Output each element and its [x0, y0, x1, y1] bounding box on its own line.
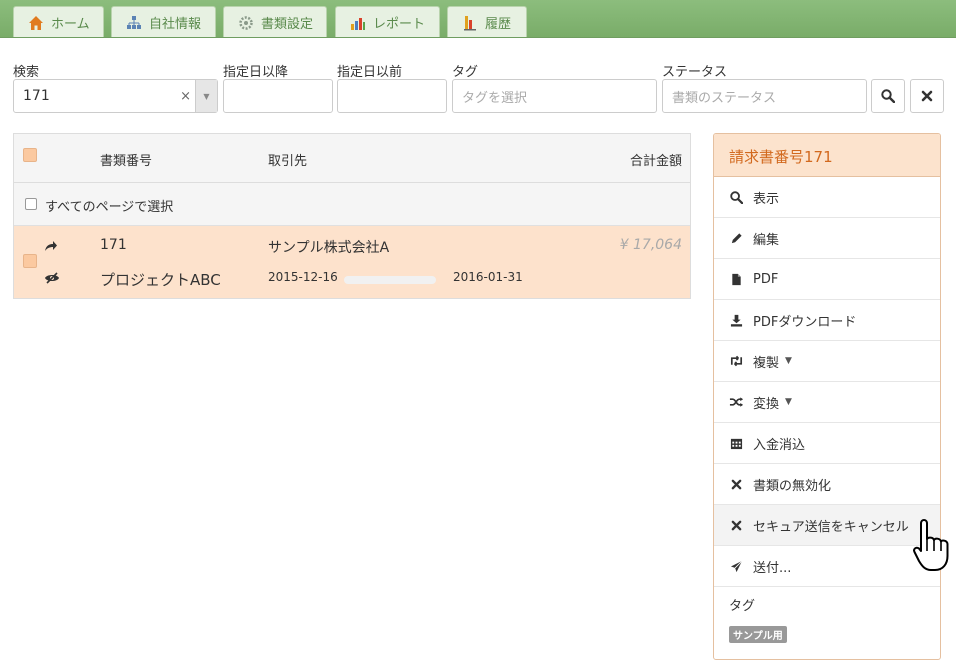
select-all-pages-checkbox[interactable] [25, 198, 37, 210]
action-convert[interactable]: 変換 ▼ [714, 382, 940, 423]
file-icon [728, 271, 744, 287]
calendar-icon [728, 435, 744, 451]
status-placeholder: 書類のステータス [672, 90, 777, 106]
org-chart-icon [126, 15, 142, 31]
action-convert-label: 変換 [753, 396, 780, 412]
caret-down-icon: ▼ [785, 397, 792, 407]
action-send-label: 送付... [753, 560, 792, 576]
date-from-input[interactable] [223, 79, 333, 113]
action-send[interactable]: 送付... [714, 546, 940, 587]
status-select[interactable]: 書類のステータス [662, 79, 867, 113]
top-nav: ホーム 自社情報 書類設定 レポート 履歴 [0, 0, 956, 38]
tag-badge[interactable]: サンプル用 [729, 626, 787, 643]
tag-label: タグ [452, 65, 479, 80]
clear-search-icon[interactable]: × [180, 89, 191, 104]
tab-company-info-label: 自社情報 [149, 17, 202, 32]
dropdown-arrow-icon[interactable]: ▼ [195, 80, 217, 112]
times-icon [728, 517, 744, 533]
action-pdf-download[interactable]: PDFダウンロード [714, 300, 940, 341]
tab-home[interactable]: ホーム [13, 6, 104, 38]
home-icon [28, 15, 44, 31]
search-select[interactable]: 171 × ▼ [13, 79, 218, 113]
search-value: 171 [23, 88, 50, 104]
shuffle-icon [728, 394, 744, 410]
action-edit[interactable]: 編集 [714, 218, 940, 259]
action-cancel-secure-send-label: セキュア送信をキャンセル [753, 519, 909, 535]
action-view[interactable]: 表示 [714, 177, 940, 218]
times-icon [728, 476, 744, 492]
date-to-input[interactable] [337, 79, 447, 113]
action-pdf-label: PDF [753, 271, 779, 287]
date-to-label: 指定日以前 [337, 65, 403, 80]
tab-company-info[interactable]: 自社情報 [111, 6, 216, 38]
download-icon [728, 312, 744, 328]
row-document-number[interactable]: 171 [100, 237, 127, 253]
search-button[interactable] [871, 79, 905, 113]
action-payment-reconcile[interactable]: 入金消込 [714, 423, 940, 464]
tags-section: タグ サンプル用 [714, 587, 940, 643]
header-client[interactable]: 取引先 [268, 150, 307, 169]
table-row[interactable]: 171 プロジェクトABC サンプル株式会社A 2015-12-16 2016-… [14, 226, 690, 298]
share-arrow-icon [45, 241, 57, 251]
times-icon [921, 90, 933, 102]
tab-home-label: ホーム [51, 17, 90, 32]
select-all-pages-row: すべてのページで選択 [14, 183, 690, 226]
tab-history-label: 履歴 [485, 17, 512, 32]
retweet-icon [728, 353, 744, 369]
action-cancel-secure-send[interactable]: セキュア送信をキャンセル [714, 505, 940, 546]
search-icon [881, 89, 895, 103]
hand-pointer-cursor-icon [913, 519, 949, 571]
table-header: 書類番号 取引先 合計金額 [14, 134, 690, 183]
tab-report[interactable]: レポート [335, 6, 440, 38]
row-project-name: プロジェクトABC [100, 271, 221, 289]
panel-title: 請求書番号171 [714, 134, 940, 177]
row-amount: ¥ 17,064 [619, 237, 682, 253]
tab-document-settings-label: 書類設定 [261, 17, 314, 32]
tab-document-settings[interactable]: 書類設定 [223, 6, 327, 38]
status-label: ステータス [662, 65, 728, 80]
tag-select[interactable]: タグを選択 [452, 79, 657, 113]
row-client: サンプル株式会社A [268, 240, 390, 256]
action-duplicate-label: 複製 [753, 355, 780, 371]
eye-slash-icon [45, 272, 59, 284]
search-label: 検索 [13, 65, 40, 80]
tags-title: タグ [729, 599, 756, 614]
action-edit-label: 編集 [753, 232, 780, 248]
clear-filters-button[interactable] [910, 79, 944, 113]
row-progress-bar [344, 276, 436, 284]
date-from-label: 指定日以降 [223, 65, 289, 80]
row-checkbox[interactable] [23, 254, 37, 268]
action-pdf[interactable]: PDF [714, 259, 940, 300]
action-pdf-download-label: PDFダウンロード [753, 314, 857, 330]
row-start-date: 2015-12-16 [268, 270, 338, 284]
document-actions-panel: 請求書番号171 表示 編集 PDF PDFダウンロード 複製 ▼ 変換 ▼ 入… [713, 133, 941, 660]
row-end-date: 2016-01-31 [453, 270, 523, 284]
pencil-icon [728, 230, 744, 246]
bar-chart-icon [350, 15, 366, 31]
header-total[interactable]: 合計金額 [630, 150, 682, 169]
caret-down-icon: ▼ [785, 356, 792, 366]
tab-report-label: レポート [373, 17, 426, 32]
action-view-label: 表示 [753, 191, 780, 207]
action-void-document[interactable]: 書類の無効化 [714, 464, 940, 505]
header-document-number[interactable]: 書類番号 [100, 150, 152, 169]
history-icon [462, 15, 478, 31]
gear-icon [238, 15, 254, 31]
select-all-pages-label[interactable]: すべてのページで選択 [45, 196, 173, 215]
tab-history[interactable]: 履歴 [447, 6, 527, 38]
select-all-checkbox[interactable] [23, 148, 37, 162]
documents-table: 書類番号 取引先 合計金額 すべてのページで選択 171 プロジェクトABC サ… [13, 133, 691, 299]
action-void-document-label: 書類の無効化 [753, 478, 832, 494]
action-duplicate[interactable]: 複製 ▼ [714, 341, 940, 382]
send-icon [728, 558, 744, 574]
action-payment-reconcile-label: 入金消込 [753, 437, 806, 453]
search-icon [728, 189, 744, 205]
tag-placeholder: タグを選択 [462, 90, 528, 106]
